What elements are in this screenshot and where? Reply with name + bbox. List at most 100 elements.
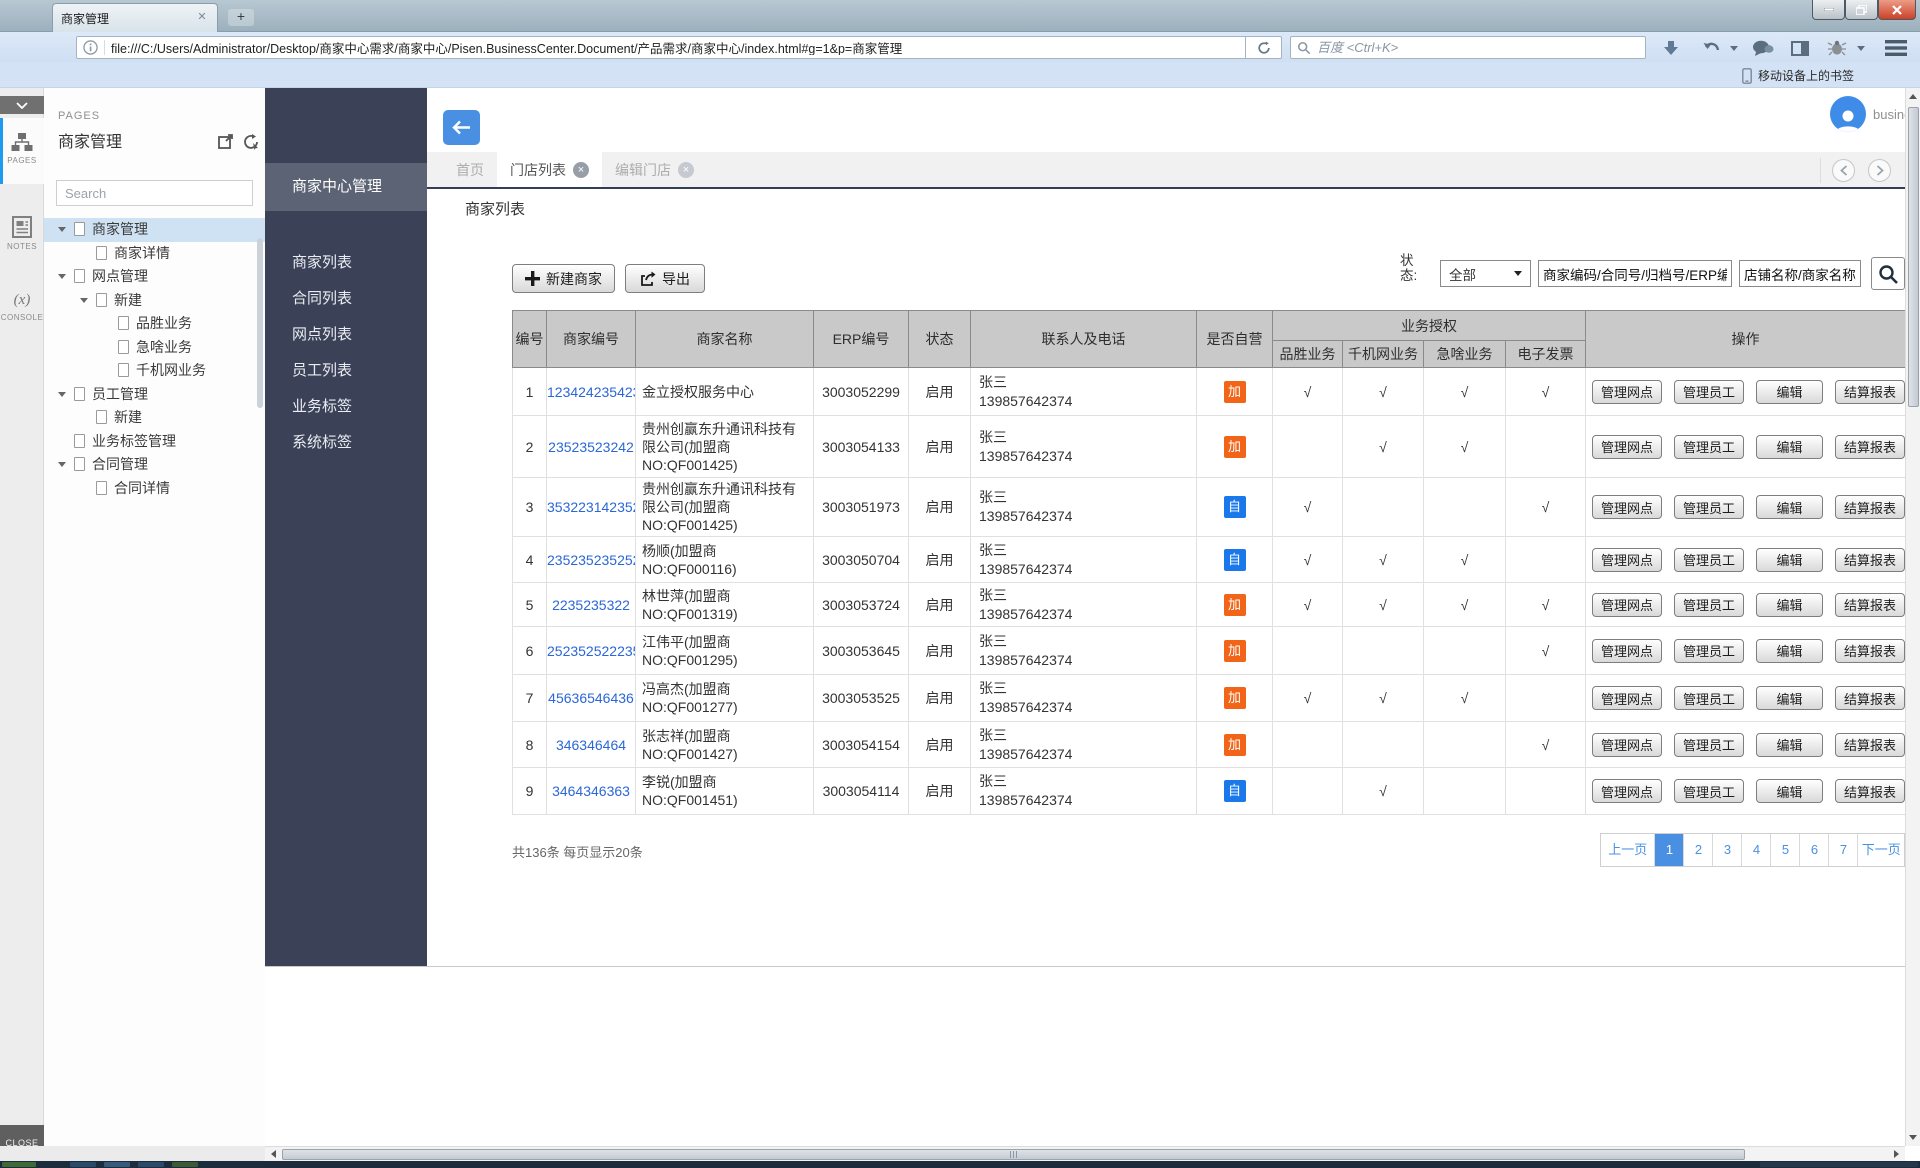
browser-tab[interactable]: 商家管理 ✕: [52, 3, 218, 32]
url-input[interactable]: [111, 41, 1239, 55]
tree-item-6[interactable]: 千机网业务: [44, 359, 265, 383]
op-button-2[interactable]: 编辑: [1756, 495, 1823, 519]
rail-item-pages[interactable]: PAGES: [0, 118, 44, 184]
tab-groups-icon[interactable]: [1788, 36, 1812, 60]
op-button-0[interactable]: 管理网点: [1592, 435, 1662, 459]
pagination-next[interactable]: 下一页: [1857, 834, 1904, 866]
op-button-1[interactable]: 管理员工: [1674, 686, 1744, 710]
reload-button[interactable]: [1246, 36, 1282, 59]
op-button-1[interactable]: 管理员工: [1674, 593, 1744, 617]
pagination-page-6[interactable]: 6: [1799, 834, 1828, 866]
merchant-code-link[interactable]: 252352522235: [547, 643, 636, 659]
bookmark-mobile[interactable]: 移动设备上的书签: [1742, 67, 1854, 84]
scroll-up-button[interactable]: [1906, 88, 1920, 105]
op-button-3[interactable]: 结算报表: [1835, 733, 1905, 757]
pagination-prev[interactable]: 上一页: [1601, 834, 1654, 866]
undo-icon[interactable]: [1700, 36, 1722, 60]
op-button-0[interactable]: 管理网点: [1592, 639, 1662, 663]
store-name-filter-input[interactable]: [1739, 260, 1861, 287]
tab-close-icon[interactable]: ✕: [195, 11, 209, 25]
scroll-left-button[interactable]: [265, 1147, 282, 1161]
op-button-1[interactable]: 管理员工: [1674, 380, 1744, 404]
vertical-scrollbar-thumb[interactable]: [1908, 107, 1919, 407]
pages-search-input[interactable]: [56, 180, 253, 206]
window-minimize-button[interactable]: [1812, 0, 1845, 20]
expand-arrow-icon[interactable]: [80, 298, 88, 303]
collapse-sidebar-button[interactable]: [0, 96, 44, 114]
op-button-2[interactable]: 编辑: [1756, 733, 1823, 757]
tree-item-1[interactable]: 商家详情: [44, 242, 265, 266]
extension-dropdown-icon[interactable]: [1854, 36, 1868, 60]
op-button-3[interactable]: 结算报表: [1835, 548, 1905, 572]
browser-search-box[interactable]: [1290, 36, 1646, 59]
pagination-page-3[interactable]: 3: [1712, 834, 1741, 866]
taskbar-app-icon[interactable]: [172, 1162, 198, 1167]
nav-item-5[interactable]: 系统标签: [265, 425, 427, 461]
status-select[interactable]: 全部: [1440, 260, 1531, 287]
doc-tab-1[interactable]: 门店列表×: [497, 152, 602, 187]
search-engine-input[interactable]: [1317, 40, 1639, 55]
op-button-0[interactable]: 管理网点: [1592, 495, 1662, 519]
doc-tab-0[interactable]: 首页: [443, 152, 497, 187]
op-button-0[interactable]: 管理网点: [1592, 779, 1662, 803]
merchant-code-link[interactable]: 346346464: [556, 737, 626, 753]
op-button-1[interactable]: 管理员工: [1674, 733, 1744, 757]
merchant-code-link[interactable]: 23523523242: [548, 439, 634, 455]
nav-item-4[interactable]: 业务标签: [265, 389, 427, 425]
nav-item-0[interactable]: 商家列表: [265, 245, 427, 281]
merchant-code-link[interactable]: 2235235322: [552, 597, 630, 613]
tree-item-3[interactable]: 新建: [44, 289, 265, 313]
page-back-button[interactable]: [443, 110, 480, 145]
op-button-2[interactable]: 编辑: [1756, 639, 1823, 663]
op-button-0[interactable]: 管理网点: [1592, 380, 1662, 404]
tree-item-2[interactable]: 网点管理: [44, 265, 265, 289]
start-button[interactable]: [2, 1162, 36, 1167]
horizontal-scrollbar-thumb[interactable]: [282, 1149, 1745, 1160]
merchant-code-filter-input[interactable]: [1538, 260, 1732, 287]
taskbar-app-icon[interactable]: [138, 1162, 164, 1167]
expand-arrow-icon[interactable]: [58, 227, 66, 232]
expand-arrow-icon[interactable]: [58, 274, 66, 279]
undo-dropdown-icon[interactable]: [1727, 36, 1741, 60]
op-button-2[interactable]: 编辑: [1756, 548, 1823, 572]
taskbar-app-icon[interactable]: [70, 1162, 96, 1167]
tree-item-8[interactable]: 新建: [44, 406, 265, 430]
op-button-3[interactable]: 结算报表: [1835, 380, 1905, 404]
op-button-1[interactable]: 管理员工: [1674, 548, 1744, 572]
op-button-1[interactable]: 管理员工: [1674, 779, 1744, 803]
pagination-page-5[interactable]: 5: [1770, 834, 1799, 866]
op-button-2[interactable]: 编辑: [1756, 779, 1823, 803]
op-button-0[interactable]: 管理网点: [1592, 686, 1662, 710]
op-button-3[interactable]: 结算报表: [1835, 779, 1905, 803]
op-button-2[interactable]: 编辑: [1756, 686, 1823, 710]
expand-arrow-icon[interactable]: [58, 462, 66, 467]
avatar[interactable]: [1830, 96, 1866, 132]
new-tab-button[interactable]: +: [228, 9, 254, 26]
op-button-3[interactable]: 结算报表: [1835, 435, 1905, 459]
pagination-page-1[interactable]: 1: [1654, 834, 1683, 866]
merchant-code-link[interactable]: 3532231423523: [547, 499, 636, 515]
nav-item-3[interactable]: 员工列表: [265, 353, 427, 389]
extension-bug-icon[interactable]: [1824, 36, 1850, 60]
scroll-down-button[interactable]: [1906, 1129, 1920, 1146]
tree-item-10[interactable]: 合同管理: [44, 453, 265, 477]
rail-item-console[interactable]: (x) CONSOLE: [0, 284, 44, 344]
pagination-page-7[interactable]: 7: [1828, 834, 1857, 866]
merchant-code-link[interactable]: 123424235423: [547, 384, 636, 400]
op-button-1[interactable]: 管理员工: [1674, 495, 1744, 519]
merchant-code-link[interactable]: 3464346363: [552, 783, 630, 799]
tree-item-0[interactable]: 商家管理: [44, 218, 265, 242]
merchant-code-link[interactable]: 45636546436: [548, 690, 634, 706]
tab-close-icon[interactable]: ×: [678, 162, 694, 178]
tab-close-icon[interactable]: ×: [573, 162, 589, 178]
window-restore-button[interactable]: [1845, 0, 1878, 20]
tab-scroll-left-button[interactable]: [1832, 159, 1855, 182]
chat-icon[interactable]: [1750, 36, 1776, 60]
generate-flow-icon[interactable]: [244, 134, 260, 150]
tree-item-9[interactable]: 业务标签管理: [44, 430, 265, 454]
info-icon[interactable]: [83, 40, 98, 55]
scroll-right-button[interactable]: [1888, 1147, 1905, 1161]
taskbar-app-icon[interactable]: [104, 1162, 130, 1167]
open-in-new-window-icon[interactable]: [218, 134, 234, 149]
tree-item-5[interactable]: 急啥业务: [44, 336, 265, 360]
